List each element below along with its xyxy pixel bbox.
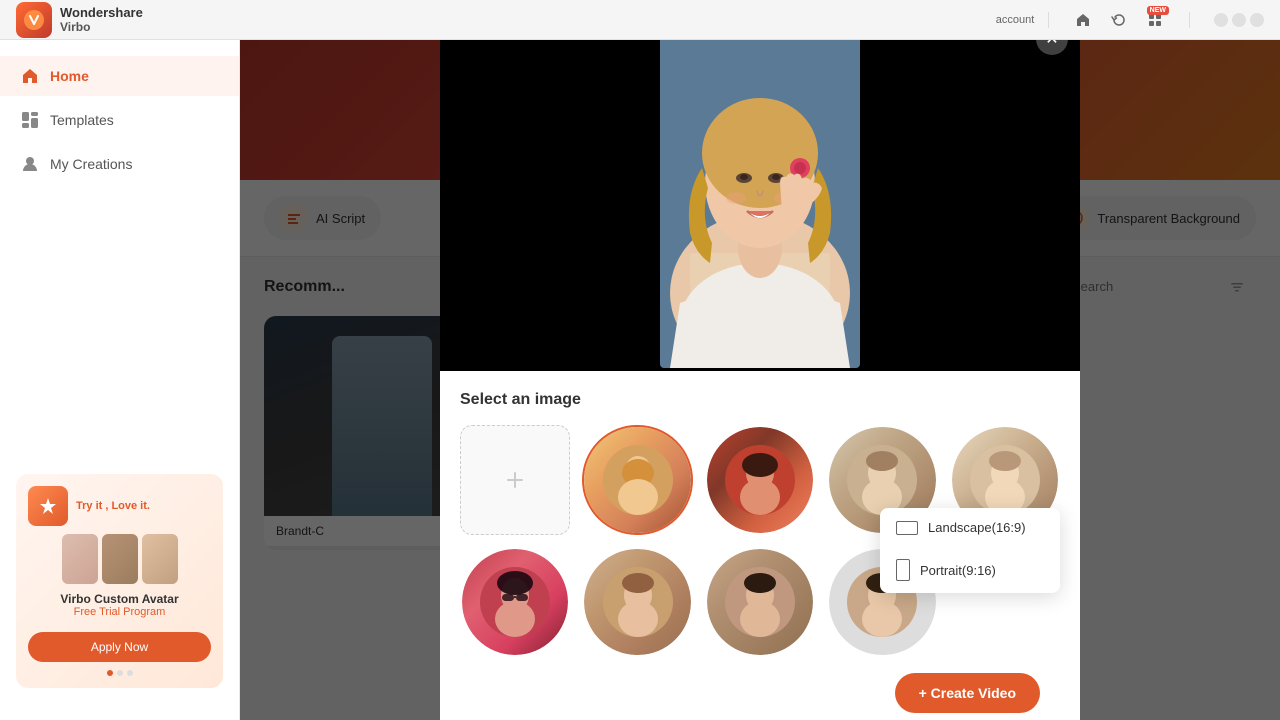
dot-3 [127,670,133,676]
modal-backdrop[interactable]: ✕ [240,40,1280,720]
sidebar-templates-label: Templates [50,112,114,128]
select-image-title: Select an image [460,391,1060,409]
avatar-svg-3 [847,445,917,515]
portrait-option[interactable]: Portrait(9:16) [880,547,1060,593]
promo-avatar-2 [102,534,138,584]
apply-now-button[interactable]: Apply Now [28,632,211,662]
avatar-svg-6 [603,567,673,637]
main-layout: Home Templates My Creations [0,40,1280,720]
home-icon [20,66,40,86]
close-button[interactable]: ✕ [1250,13,1264,27]
window-controls: — □ ✕ [1214,13,1264,27]
image-item-6[interactable] [582,547,692,657]
landscape-option[interactable]: Landscape(16:9) [880,508,1060,547]
app-name-block: Wondershare Virbo [60,5,143,34]
modal-preview: ✕ [440,40,1080,371]
promo-card: Try it , Love it. Virbo Custom Avatar Fr… [16,474,223,688]
portrait-svg [660,40,860,368]
minimize-button[interactable]: — [1214,13,1228,27]
promo-avatar-1 [62,534,98,584]
avatar-circle-2 [707,427,813,533]
avatar-circle-1 [584,427,690,533]
promo-title: Virbo Custom Avatar [28,592,211,606]
title-bar-right: account NEW — □ ✕ [1004,10,1264,30]
title-bar: Wondershare Virbo account NEW — [0,0,1280,40]
app-subname: Virbo [60,20,143,34]
sidebar-creations-label: My Creations [50,156,132,172]
portrait-icon [896,559,910,581]
promo-text-block: Try it , Love it. [76,500,150,512]
creations-icon [20,154,40,174]
app-logo [16,2,52,38]
sidebar-home-label: Home [50,68,89,84]
promo-subtitle: Free Trial Program [28,606,211,618]
maximize-button[interactable]: □ [1232,13,1246,27]
sidebar-item-templates[interactable]: Templates [0,100,239,140]
sidebar: Home Templates My Creations [0,40,240,720]
sidebar-nav: Home Templates My Creations [0,56,239,184]
app-brand: Wondershare [60,5,143,20]
account-icon[interactable]: account [1004,10,1024,30]
avatar-svg-7 [725,567,795,637]
create-btn-row: + Create Video [460,657,1060,720]
format-dropdown: Landscape(16:9) Portrait(9:16) [880,508,1060,593]
title-bar-left: Wondershare Virbo [16,2,143,38]
avatar-svg-1 [603,445,673,515]
landscape-icon [896,521,918,535]
promo-avatar-3 [142,534,178,584]
add-image-button[interactable] [460,425,570,535]
templates-icon [20,110,40,130]
promo-try-label: Try it , Love it. [76,500,150,512]
content-area: AI Script Transparent Background Recomm.… [240,40,1280,720]
portrait-preview [650,40,870,371]
avatar-svg-5 [480,567,550,637]
sidebar-item-creations[interactable]: My Creations [0,144,239,184]
grid-icon[interactable]: NEW [1145,10,1165,30]
avatar-svg-2 [725,445,795,515]
add-icon [503,468,527,492]
landscape-label: Landscape(16:9) [928,520,1026,535]
titlebar-separator [1048,12,1049,28]
sidebar-item-home[interactable]: Home [0,56,239,96]
avatar-circle-7 [707,549,813,655]
promo-avatars [28,534,211,584]
app-window: Wondershare Virbo account NEW — [0,0,1280,720]
avatar-svg-4 [970,445,1040,515]
home-titlebar-icon[interactable] [1073,10,1093,30]
promo-top: Try it , Love it. [28,486,211,526]
avatar-circle-5 [462,549,568,655]
dot-1 [107,670,113,676]
refresh-icon[interactable] [1109,10,1129,30]
image-selector: Select an image [440,371,1080,720]
image-item-2[interactable] [705,425,815,535]
image-item-7[interactable] [705,547,815,657]
modal-close-button[interactable]: ✕ [1036,40,1068,55]
new-badge: NEW [1147,6,1169,15]
select-image-modal: ✕ [440,40,1080,720]
portrait-label: Portrait(9:16) [920,563,996,578]
dot-2 [117,670,123,676]
account-label: account [996,14,1035,26]
image-item-1[interactable] [582,425,692,535]
avatar-circle-6 [584,549,690,655]
create-video-button[interactable]: + Create Video [895,673,1040,713]
titlebar-separator-2 [1189,12,1190,28]
promo-icon [28,486,68,526]
promo-dots [28,670,211,676]
image-item-5[interactable] [460,547,570,657]
